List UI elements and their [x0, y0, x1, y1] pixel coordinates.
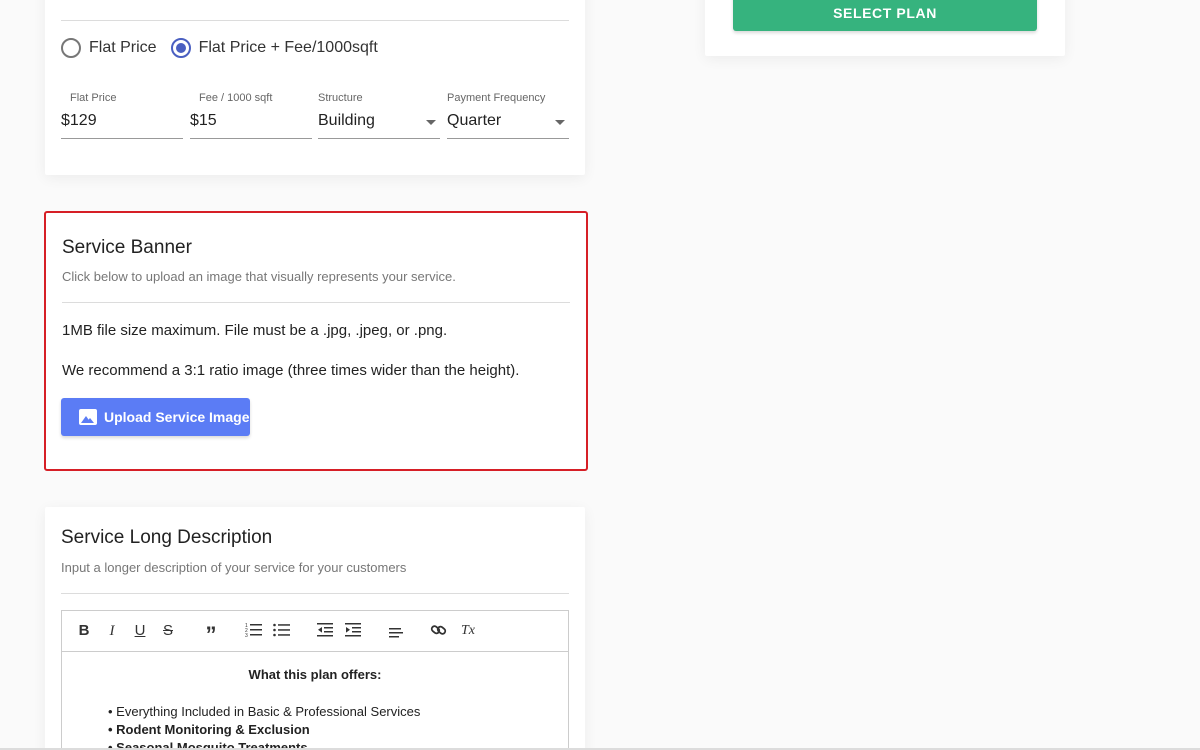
plan-card: SELECT PLAN — [705, 0, 1065, 56]
radio-flat-price[interactable] — [61, 38, 81, 58]
fee-per-1000-sqft-value[interactable]: $15 — [190, 112, 217, 130]
rich-text-editor[interactable]: B I U S ” 123 Tx What this plan offers: … — [61, 610, 569, 750]
svg-text:3: 3 — [245, 633, 248, 638]
upload-service-image-label: Upload Service Image — [104, 409, 250, 425]
underline-icon[interactable]: U — [133, 622, 147, 640]
align-icon[interactable] — [387, 622, 405, 640]
pricing-type-radio-group: Flat Price Flat Price + Fee/1000sqft — [61, 38, 392, 58]
editor-content[interactable]: What this plan offers: Everything Includ… — [62, 653, 568, 750]
pricing-card: Flat Price Flat Price + Fee/1000sqft Fla… — [45, 0, 585, 175]
indent-icon[interactable] — [345, 622, 363, 640]
clear-format-icon[interactable]: Tx — [459, 622, 477, 640]
chevron-down-icon[interactable] — [426, 120, 436, 125]
blockquote-icon[interactable]: ” — [203, 622, 219, 647]
service-long-description-card: Service Long Description Input a longer … — [45, 507, 585, 750]
image-icon — [79, 409, 97, 425]
ratio-note: We recommend a 3:1 ratio image (three ti… — [62, 362, 520, 379]
bullet-list-icon[interactable] — [273, 622, 291, 640]
radio-flat-price-fee-label[interactable]: Flat Price + Fee/1000sqft — [199, 39, 378, 57]
list-item: Rodent Monitoring & Exclusion — [108, 721, 420, 739]
italic-icon[interactable]: I — [105, 622, 119, 640]
radio-flat-price-fee[interactable] — [170, 38, 191, 58]
outdent-icon[interactable] — [317, 622, 335, 640]
chevron-down-icon[interactable] — [555, 120, 565, 125]
fee-per-1000-sqft-field[interactable]: Fee / 1000 sqft $15 — [190, 92, 312, 139]
flat-price-field[interactable]: Flat Price $129 — [61, 92, 183, 139]
file-size-note: 1MB file size maximum. File must be a .j… — [62, 322, 448, 339]
flat-price-label: Flat Price — [70, 92, 117, 104]
strikethrough-icon[interactable]: S — [161, 622, 175, 640]
flat-price-value[interactable]: $129 — [61, 112, 97, 130]
service-banner-title: Service Banner — [62, 237, 192, 258]
divider — [61, 593, 569, 594]
service-long-description-title: Service Long Description — [61, 527, 273, 548]
radio-flat-price-label[interactable]: Flat Price — [89, 39, 157, 57]
upload-service-image-button[interactable]: Upload Service Image — [61, 398, 250, 436]
editor-toolbar: B I U S ” 123 Tx — [62, 611, 568, 652]
select-plan-button[interactable]: SELECT PLAN — [733, 0, 1037, 31]
service-long-description-subtitle: Input a longer description of your servi… — [61, 560, 407, 575]
service-banner-subtitle: Click below to upload an image that visu… — [62, 269, 456, 284]
payment-frequency-value[interactable]: Quarter — [447, 112, 501, 130]
service-banner-card: Service Banner Click below to upload an … — [44, 211, 588, 471]
payment-frequency-select[interactable]: Payment Frequency Quarter — [447, 92, 569, 139]
divider — [61, 20, 569, 21]
divider — [62, 302, 570, 303]
structure-value[interactable]: Building — [318, 112, 375, 130]
bold-icon[interactable]: B — [77, 622, 91, 640]
content-list: Everything Included in Basic & Professio… — [108, 703, 420, 750]
payment-frequency-label: Payment Frequency — [447, 92, 546, 104]
structure-label: Structure — [318, 92, 363, 104]
structure-select[interactable]: Structure Building — [318, 92, 440, 139]
ordered-list-icon[interactable]: 123 — [245, 622, 263, 640]
content-heading: What this plan offers: — [248, 667, 382, 682]
link-icon[interactable] — [430, 622, 448, 640]
list-item: Everything Included in Basic & Professio… — [108, 703, 420, 721]
fee-per-1000-sqft-label: Fee / 1000 sqft — [199, 92, 273, 104]
